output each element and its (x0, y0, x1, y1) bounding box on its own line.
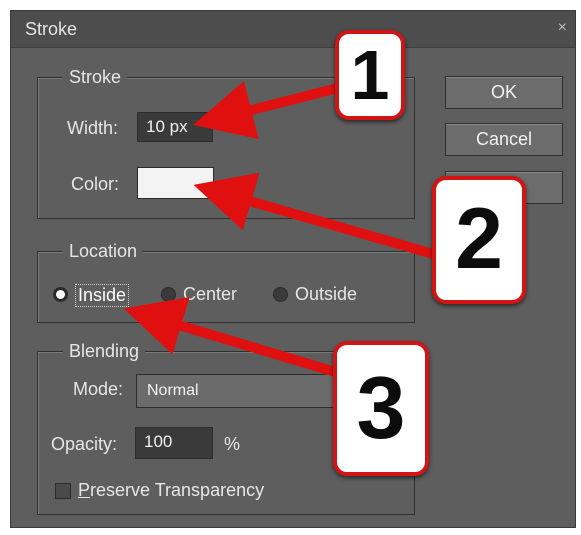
preserve-transparency-label[interactable]: Preserve Transparency (78, 480, 264, 501)
color-swatch[interactable] (137, 167, 214, 199)
mode-dropdown[interactable]: Normal (136, 374, 336, 408)
color-label: Color: (71, 174, 120, 194)
title-bar[interactable]: Stroke × (11, 11, 575, 48)
radio-inside-label[interactable]: Inside (75, 284, 130, 307)
blending-group-legend: Blending (63, 341, 146, 362)
close-icon[interactable]: × (558, 19, 567, 37)
mode-label: Mode: (73, 379, 124, 399)
annotation-badge-2: 2 (432, 176, 526, 304)
preserve-transparency-checkbox[interactable] (55, 483, 71, 499)
opacity-label: Opacity: (51, 434, 118, 454)
opacity-input[interactable]: 100 (135, 427, 213, 459)
radio-inside-indicator[interactable] (53, 287, 68, 302)
width-input[interactable]: 10 px (137, 112, 213, 142)
annotation-badge-1: 1 (335, 30, 405, 120)
radio-outside-indicator[interactable] (273, 287, 288, 302)
radio-center-label[interactable]: Center (183, 284, 237, 305)
annotation-badge-3: 3 (333, 341, 429, 476)
ok-button[interactable]: OK (445, 76, 563, 109)
stroke-group-legend: Stroke (63, 67, 128, 88)
radio-outside-label[interactable]: Outside (295, 284, 357, 305)
opacity-unit: % (224, 434, 241, 454)
mode-value: Normal (147, 382, 199, 399)
width-label: Width: (67, 118, 119, 138)
radio-center-indicator[interactable] (161, 287, 176, 302)
cancel-button[interactable]: Cancel (445, 123, 563, 156)
location-group-legend: Location (63, 241, 144, 262)
dialog-title: Stroke (25, 19, 78, 39)
